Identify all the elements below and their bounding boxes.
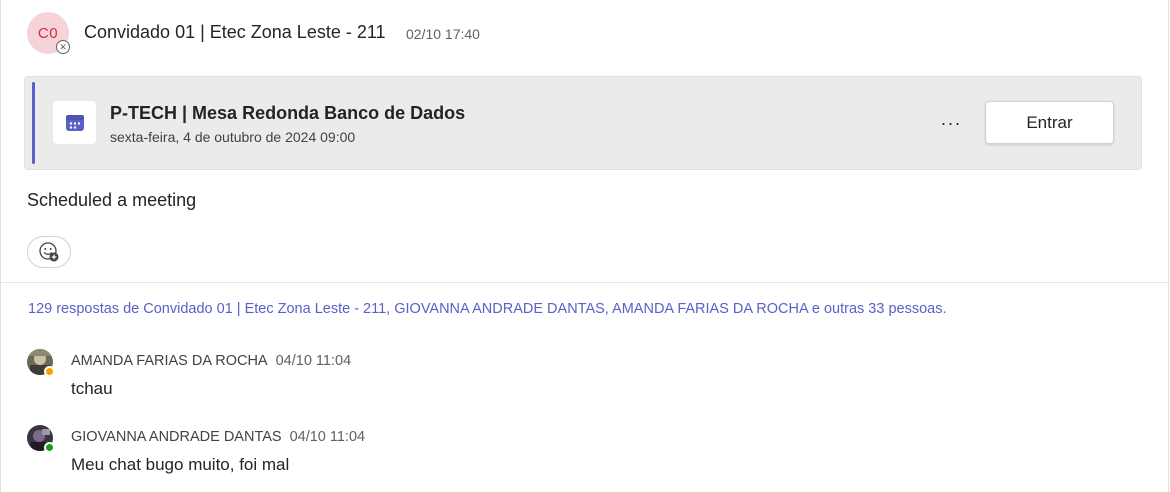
reply-timestamp: 04/10 11:04 xyxy=(275,353,352,369)
presence-available-icon xyxy=(44,442,55,453)
add-reaction-button[interactable] xyxy=(27,236,71,268)
post-timestamp: 02/10 17:40 xyxy=(406,26,480,42)
reply-message: tchau xyxy=(71,379,113,398)
presence-away-icon xyxy=(44,366,55,377)
reply-author-name: AMANDA FARIAS DA ROCHA xyxy=(71,353,268,369)
meeting-card[interactable]: P-TECH | Mesa Redonda Banco de Dados sex… xyxy=(24,76,1142,170)
card-accent-bar xyxy=(32,82,35,164)
divider xyxy=(1,282,1170,283)
presence-offline-icon: ✕ xyxy=(56,40,70,54)
reply-message: Meu chat bugo muito, foi mal xyxy=(71,455,290,474)
replies-summary-link[interactable]: 129 respostas de Convidado 01 | Etec Zon… xyxy=(28,301,947,317)
post-author[interactable]: Convidado 01 | Etec Zona Leste - 211 xyxy=(84,22,386,43)
reply-timestamp: 04/10 11:04 xyxy=(289,429,366,445)
meeting-title[interactable]: P-TECH | Mesa Redonda Banco de Dados xyxy=(110,103,465,124)
avatar-initials: C0 xyxy=(37,24,59,42)
reply-author[interactable]: AMANDA FARIAS DA ROCHA 04/10 11:04 xyxy=(71,353,351,369)
post-body: Scheduled a meeting xyxy=(27,190,197,210)
more-options-button[interactable]: ··· xyxy=(937,111,965,135)
emoji-add-icon xyxy=(39,242,59,262)
reply-author[interactable]: GIOVANNA ANDRADE DANTAS 04/10 11:04 xyxy=(71,429,365,445)
reply-author-name: GIOVANNA ANDRADE DANTAS xyxy=(71,429,282,445)
join-button[interactable]: Entrar xyxy=(985,101,1114,144)
meeting-date: sexta-feira, 4 de outubro de 2024 09:00 xyxy=(110,129,356,145)
calendar-icon xyxy=(53,101,96,144)
conversation-post: C0 ✕ Convidado 01 | Etec Zona Leste - 21… xyxy=(0,0,1170,492)
